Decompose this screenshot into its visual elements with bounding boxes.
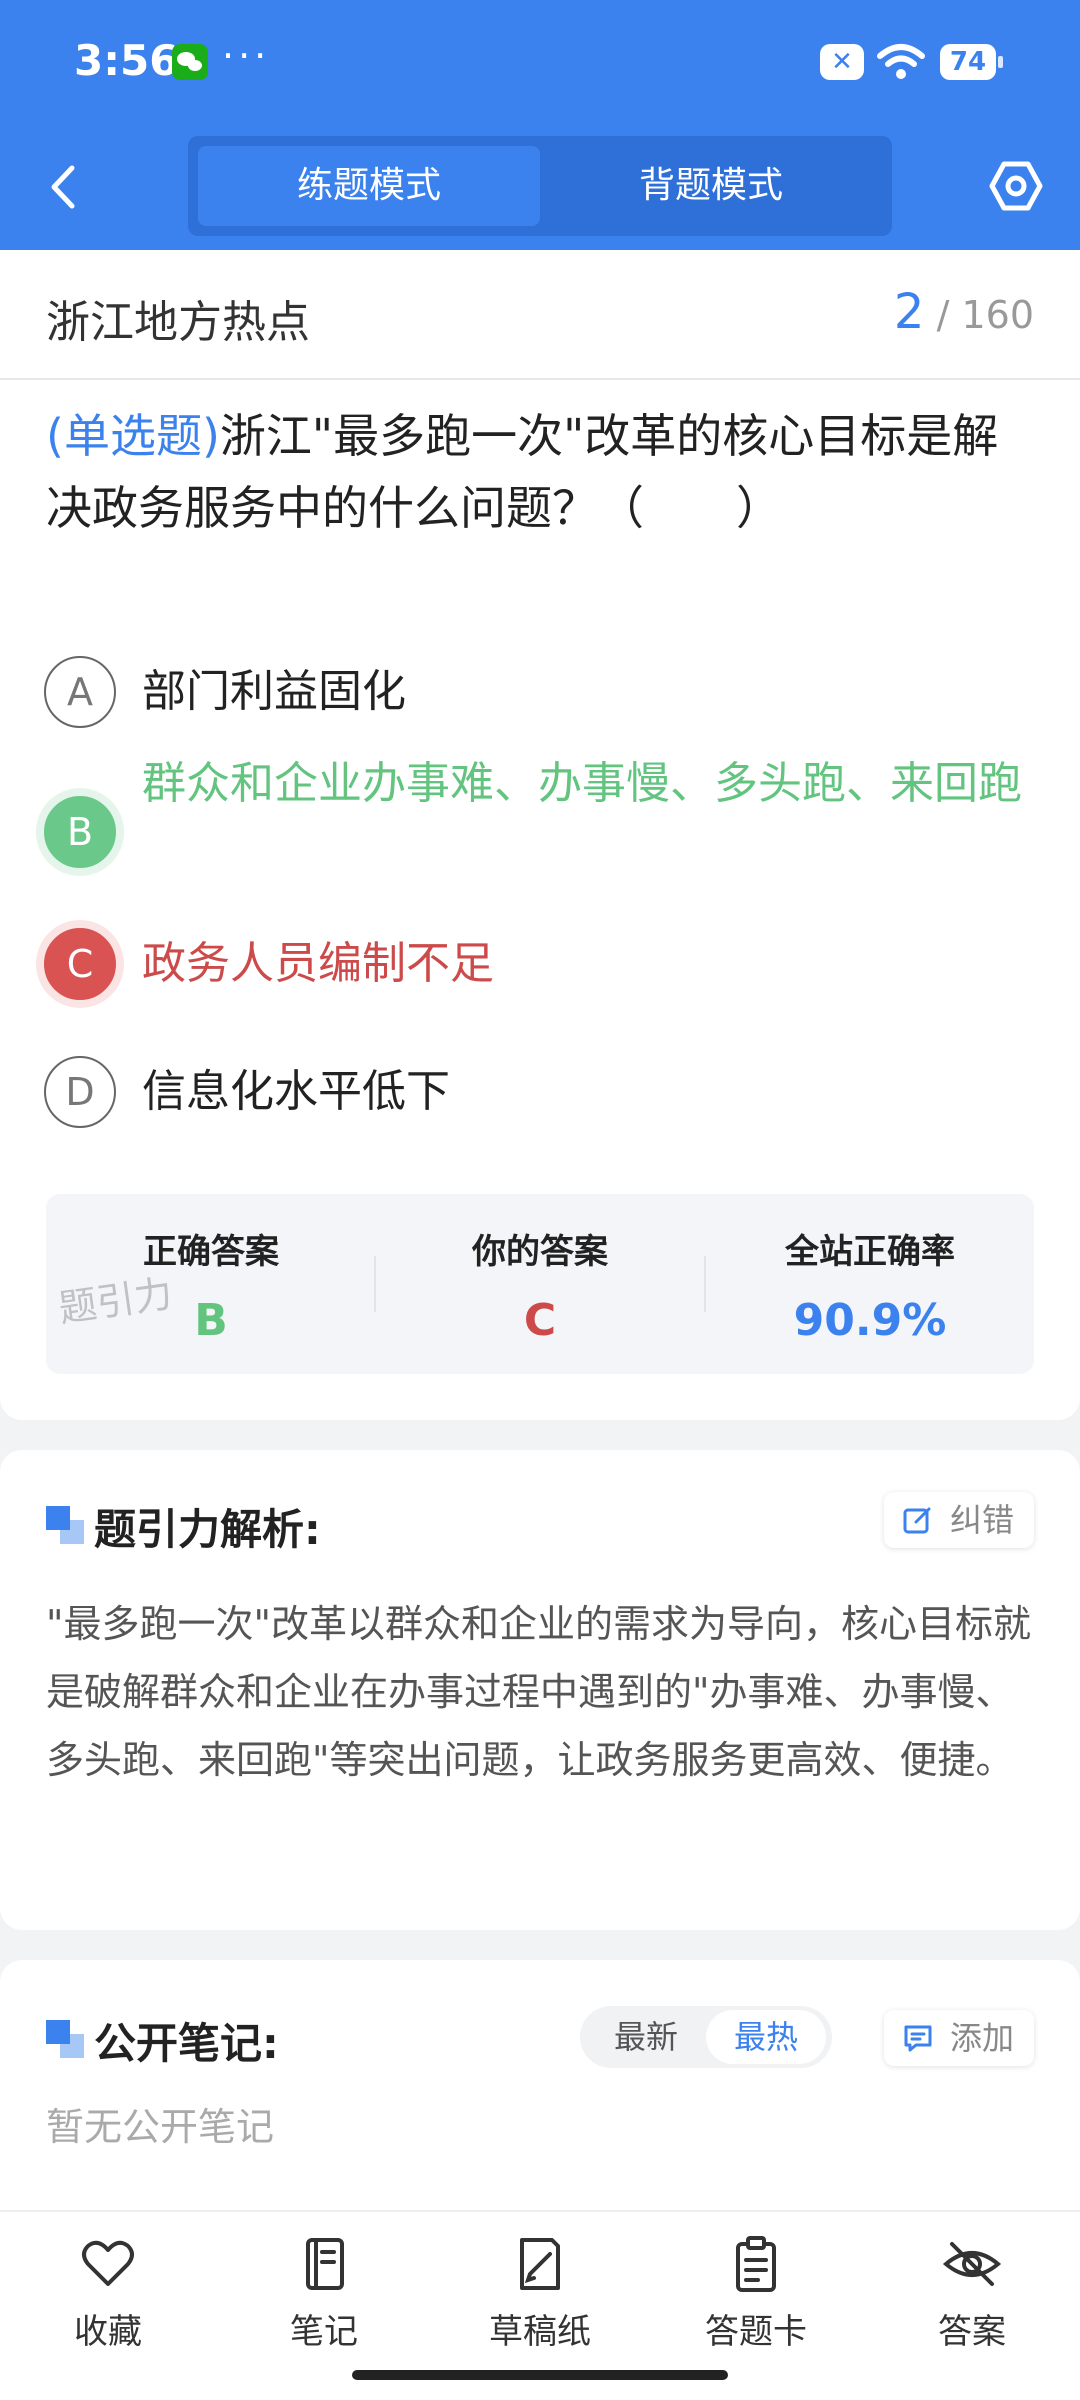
analysis-title: 题引力解析: [94,1505,321,1554]
wifi-icon [877,44,925,79]
notes-title: 公开笔记: [94,2019,279,2068]
accuracy-col: 全站正确率 90.9% [705,1224,1035,1346]
accuracy-value: 90.9% [793,1295,947,1346]
nav-notes-label: 笔记 [290,2312,358,2352]
settings-icon[interactable] [988,158,1044,214]
option-b-letter: B [44,796,116,868]
scratchpad-icon [520,2238,560,2290]
analysis-text: "最多跑一次"改革以群众和企业的需求为导向，核心目标就是破解群众和企业在办事过程… [46,1602,1031,1782]
current-question-number: 2 [893,284,925,340]
sort-latest-tab[interactable]: 最新 [586,2006,706,2068]
add-note-button[interactable]: 添加 [883,2010,1034,2066]
wechat-icon [172,44,208,80]
option-c-letter: C [44,928,116,1000]
home-indicator[interactable] [352,2370,728,2380]
notebook-icon [306,2238,344,2290]
practice-mode-tab[interactable]: 练题模式 [198,146,540,226]
section-squares-icon [46,2020,84,2058]
option-c-text: 政务人员编制不足 [142,938,494,989]
memorize-mode-tab[interactable]: 背题模式 [540,146,882,226]
mode-toggle: 练题模式 背题模式 [188,136,892,236]
nav-answer-sheet[interactable]: 答题卡 [676,2234,836,2353]
nav-answer-label: 答案 [938,2312,1006,2352]
topic-row: 浙江地方热点 2 / 160 [0,250,1080,380]
nav-scratchpad[interactable]: 草稿纸 [460,2234,620,2353]
report-error-label: 纠错 [949,1501,1014,1539]
nav-answer-sheet-label: 答题卡 [705,2312,807,2352]
total-question-count: 160 [961,293,1034,337]
nav-favorite-label: 收藏 [74,2312,142,2352]
status-bar: 3:56 ··· ✕ 74 [0,0,1080,125]
question-progress: 2 / 160 [894,284,1034,340]
battery-indicator: 74 [940,44,1003,80]
correct-answer-label: 正确答案 [143,1232,279,1272]
comment-icon [904,2025,932,2052]
clipboard-icon [736,2236,776,2292]
more-notifications-icon: ··· [222,34,271,78]
nav-notes[interactable]: 笔记 [244,2234,404,2353]
your-answer-col: 你的答案 C [375,1224,705,1346]
status-time: 3:56 [74,36,179,85]
nav-answer-toggle[interactable]: 答案 [892,2234,1052,2353]
eye-off-icon [942,2242,1002,2286]
question-text: (单选题)浙江"最多跑一次"改革的核心目标是解决政务服务中的什么问题？（ ） [46,400,1036,544]
nav-scratchpad-label: 草稿纸 [489,2312,591,2352]
accuracy-label: 全站正确率 [785,1232,955,1272]
empty-notes-text: 暂无公开笔记 [46,2105,275,2149]
heart-icon [82,2240,134,2286]
add-note-label: 添加 [949,2019,1014,2057]
notes-sort-toggle: 最新 最热 [580,2006,832,2068]
back-arrow-icon[interactable] [44,162,84,212]
option-d-letter: D [44,1056,116,1128]
option-a-text: 部门利益固化 [142,666,406,717]
sort-hot-tab[interactable]: 最热 [706,2010,826,2064]
section-squares-icon [46,1506,84,1544]
notes-card: 公开笔记: 最新 最热 添加 暂无公开笔记 [0,1960,1080,2210]
app-header: 3:56 ··· ✕ 74 练题模式 背题模式 [0,0,1080,250]
question-type: (单选题) [46,409,220,463]
option-b-text: 群众和企业办事难、办事慢、多头跑、来回跑 [142,758,1022,809]
progress-separator: / [936,293,950,337]
option-a-letter: A [44,656,116,728]
your-answer-label: 你的答案 [472,1232,608,1272]
analysis-card: 题引力解析: 纠错 "最多跑一次"改革以群众和企业的需求为导向，核心目标就是破解… [0,1450,1080,1930]
your-answer-value: C [523,1295,557,1346]
option-d-text: 信息化水平低下 [142,1066,450,1117]
notification-x-icon: ✕ [820,44,864,80]
question-card: 浙江地方热点 2 / 160 (单选题)浙江"最多跑一次"改革的核心目标是解决政… [0,250,1080,1420]
edit-icon [903,1507,931,1534]
topic-title: 浙江地方热点 [46,297,310,348]
answer-summary: 正确答案 B 你的答案 C 全站正确率 90.9% 题引力 [46,1194,1034,1374]
report-error-button[interactable]: 纠错 [883,1492,1034,1548]
nav-favorite[interactable]: 收藏 [28,2234,188,2353]
